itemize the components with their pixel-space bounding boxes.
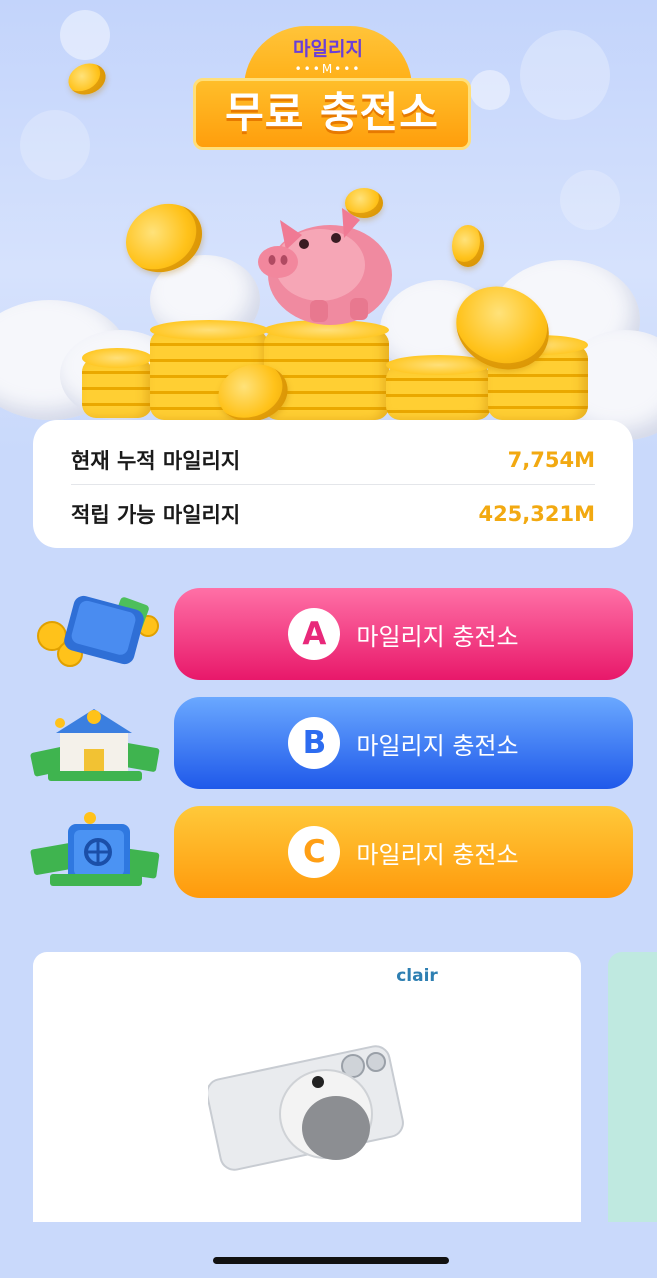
accumulated-mileage-value: 7,754M (507, 448, 595, 472)
station-a-label: 마일리지 충전소 (356, 622, 519, 651)
station-a-button[interactable]: A 마일리지 충전소 (174, 588, 633, 680)
badge-dots: •••M••• (294, 62, 362, 76)
available-mileage-label: 적립 가능 마일리지 (71, 503, 241, 527)
safe-money-icon (30, 812, 160, 886)
ad-card-next[interactable] (608, 952, 657, 1222)
home-indicator (213, 1257, 449, 1264)
ad-brand-logo: clair (396, 966, 438, 986)
station-b-label: 마일리지 충전소 (356, 731, 519, 760)
station-b-button[interactable]: B 마일리지 충전소 (174, 697, 633, 789)
bank-money-icon (30, 709, 160, 781)
coin-icon (64, 58, 110, 100)
piggy-bank-icon (258, 208, 392, 325)
available-mileage-row: 적립 가능 마일리지 425,321M (71, 487, 595, 541)
accumulated-mileage-label: 현재 누적 마일리지 (71, 449, 241, 473)
station-c-label: 마일리지 충전소 (356, 840, 519, 869)
mileage-summary-card: 현재 누적 마일리지 7,754M 적립 가능 마일리지 425,321M (33, 420, 633, 548)
accumulated-mileage-row: 현재 누적 마일리지 7,754M (71, 433, 595, 487)
station-a-letter: A (288, 608, 341, 660)
available-mileage-value: 425,321M (478, 502, 595, 526)
divider (71, 484, 595, 485)
station-b-letter: B (288, 717, 341, 769)
station-c-button[interactable]: C 마일리지 충전소 (174, 806, 633, 898)
ad-card[interactable]: clair (33, 952, 581, 1222)
product-image (208, 1045, 404, 1171)
page-title: 무료 충전소 (193, 78, 471, 150)
wallet-coins-icon (37, 595, 159, 667)
hero-banner: 마일리지 •••M••• 무료 충전소 (0, 0, 657, 450)
coin-icon (452, 225, 484, 267)
badge-mileage-label: 마일리지 (293, 38, 363, 60)
station-c-letter: C (288, 826, 341, 878)
